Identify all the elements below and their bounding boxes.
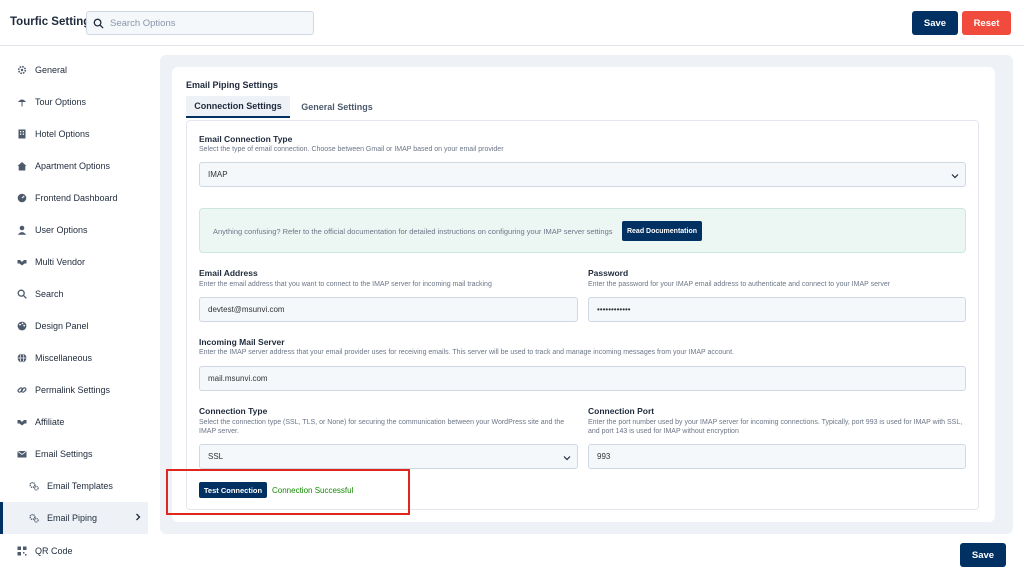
sidebar-item-general[interactable]: General	[0, 54, 148, 86]
sidebar-item-search[interactable]: Search	[0, 278, 148, 310]
sidebar-item-tour-options[interactable]: Tour Options	[0, 86, 148, 118]
connection-security-label: Connection Type	[199, 406, 268, 416]
sidebar-item-email-templates[interactable]: Email Templates	[0, 470, 148, 502]
sidebar-item-label: Multi Vendor	[35, 257, 86, 267]
search-icon	[17, 289, 27, 299]
connection-type-value: IMAP	[208, 170, 228, 179]
sidebar-item-email-settings[interactable]: Email Settings	[0, 438, 148, 470]
chevron-right-icon	[136, 513, 141, 521]
documentation-notice: Anything confusing? Refer to the officia…	[199, 208, 966, 253]
house-icon	[17, 162, 27, 171]
gear-icon	[17, 65, 27, 75]
sidebar-item-multi-vendor[interactable]: Multi Vendor	[0, 246, 148, 278]
sidebar-item-label: General	[35, 65, 68, 75]
notice-text: Anything confusing? Refer to the officia…	[213, 227, 613, 236]
sidebar-item-qr-code[interactable]: QR Code	[0, 535, 148, 567]
incoming-server-description: Enter the IMAP server address that your …	[199, 349, 734, 356]
tab-connection-settings[interactable]: Connection Settings	[186, 96, 290, 118]
sidebar-item-label: Frontend Dashboard	[35, 193, 118, 203]
test-connection-button[interactable]: Test Connection	[199, 482, 267, 498]
sidebar-item-email-piping[interactable]: Email Piping	[0, 502, 148, 534]
search-icon	[93, 18, 104, 29]
section-title: Email Piping Settings	[186, 80, 279, 90]
incoming-server-label: Incoming Mail Server	[199, 337, 285, 347]
building-icon	[18, 129, 26, 139]
connection-status: Connection Successful	[272, 486, 354, 495]
read-documentation-button[interactable]: Read Documentation	[622, 221, 702, 241]
sidebar-item-label: Design Panel	[35, 321, 89, 331]
sidebar-item-frontend-dashboard[interactable]: Frontend Dashboard	[0, 182, 148, 214]
handshake-icon	[17, 420, 27, 426]
envelope-icon	[17, 450, 27, 458]
qr-code-icon	[17, 546, 27, 556]
connection-security-description: Select the connection type (SSL, TLS, or…	[199, 419, 565, 435]
sidebar-item-design-panel[interactable]: Design Panel	[0, 310, 148, 342]
sidebar-item-label: Email Settings	[35, 449, 93, 459]
connection-type-select[interactable]: IMAP	[199, 162, 966, 187]
palette-icon	[17, 321, 27, 331]
app-title: Tourfic Settings	[10, 16, 97, 28]
incoming-server-field[interactable]: mail.msunvi.com	[199, 366, 966, 391]
sidebar-item-affiliate[interactable]: Affiliate	[0, 406, 148, 438]
sidebar-item-label: Miscellaneous	[35, 353, 93, 363]
connection-port-label: Connection Port	[588, 406, 655, 416]
sidebar-item-apartment-options[interactable]: Apartment Options	[0, 150, 148, 182]
sidebar-item-label: QR Code	[35, 546, 73, 556]
globe-icon	[17, 353, 27, 363]
beach-umbrella-icon	[18, 99, 26, 107]
sidebar-item-label: Search	[35, 289, 64, 299]
sidebar-item-label: Email Templates	[47, 481, 113, 491]
reset-button[interactable]: Reset	[962, 11, 1011, 35]
sidebar-item-label: User Options	[35, 225, 88, 235]
connection-port-field[interactable]: 993	[588, 444, 966, 469]
sidebar-item-label: Apartment Options	[35, 161, 111, 171]
sidebar-item-label: Tour Options	[35, 97, 87, 107]
gears-icon	[29, 481, 39, 491]
sidebar-item-label: Email Piping	[47, 513, 98, 523]
password-label: Password	[588, 268, 629, 278]
gears-icon	[29, 513, 39, 523]
password-description: Enter the password for your IMAP email a…	[588, 281, 891, 288]
email-address-description: Enter the email address that you want to…	[199, 281, 492, 288]
dashboard-icon	[17, 193, 27, 203]
link-icon	[17, 387, 27, 393]
chevron-down-icon	[563, 456, 571, 461]
tab-general-settings[interactable]: General Settings	[292, 96, 382, 118]
save-button-bottom[interactable]: Save	[960, 543, 1006, 567]
sidebar-item-miscellaneous[interactable]: Miscellaneous	[0, 342, 148, 374]
password-field[interactable]: ••••••••••••	[588, 297, 966, 322]
sidebar-item-permalink-settings[interactable]: Permalink Settings	[0, 374, 148, 406]
sidebar-item-hotel-options[interactable]: Hotel Options	[0, 118, 148, 150]
sidebar-item-label: Hotel Options	[35, 129, 90, 139]
user-icon	[17, 225, 27, 235]
email-address-label: Email Address	[199, 268, 258, 278]
sidebar-item-user-options[interactable]: User Options	[0, 214, 148, 246]
connection-security-select[interactable]: SSL	[199, 444, 578, 469]
connection-type-label: Email Connection Type	[199, 134, 293, 144]
connection-type-description: Select the type of email connection. Cho…	[199, 146, 504, 153]
sidebar-item-label: Permalink Settings	[35, 385, 111, 395]
connection-security-value: SSL	[208, 452, 224, 461]
search-box[interactable]	[86, 11, 314, 35]
handshake-icon	[17, 260, 27, 266]
sidebar: General Tour Options Hotel Options Apart…	[0, 46, 150, 572]
email-address-field[interactable]: devtest@msunvi.com	[199, 297, 578, 322]
chevron-down-icon	[951, 174, 959, 179]
sidebar-item-label: Affiliate	[35, 417, 65, 427]
top-bar: Tourfic Settings Save Reset	[0, 0, 1024, 46]
save-button[interactable]: Save	[912, 11, 958, 35]
search-input[interactable]	[110, 17, 300, 29]
connection-port-description: Enter the port number used by your IMAP …	[588, 419, 963, 435]
